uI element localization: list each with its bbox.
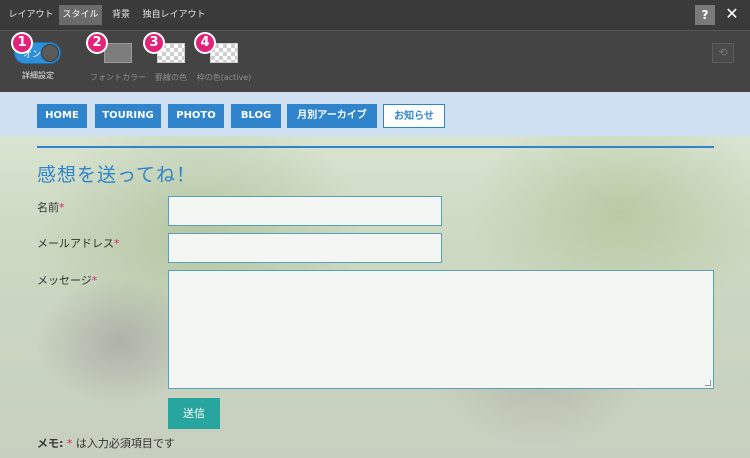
advanced-settings-caption: 詳細設定 <box>22 71 54 80</box>
callout-badge-3: 3 <box>143 32 165 54</box>
font-color-caption: フォントカラー <box>90 73 146 82</box>
callout-badge-1: 1 <box>11 32 33 54</box>
callout-badge-4: 4 <box>194 32 216 54</box>
style-options-bar: オン 詳細設定 フォントカラー 罫線の色 枠の色(active) ⟲ <box>0 30 750 92</box>
toggle-knob <box>41 44 59 62</box>
message-label: メッセージ* <box>37 274 98 287</box>
name-label: 名前* <box>37 201 65 214</box>
nav-item-touring[interactable]: TOURING <box>95 104 161 128</box>
email-label: メールアドレス* <box>37 237 120 250</box>
name-field[interactable] <box>168 196 442 226</box>
reset-icon[interactable]: ⟲ <box>712 43 734 63</box>
submit-button[interactable]: 送信 <box>168 398 220 429</box>
close-icon[interactable]: ✕ <box>723 4 741 24</box>
site-preview: HOME TOURING PHOTO BLOG 月別アーカイブ お知らせ 感想を… <box>0 92 750 458</box>
editor-tab-bar: レイアウト スタイル 背景 独自レイアウト ? ✕ <box>0 0 750 30</box>
email-field[interactable] <box>168 233 442 263</box>
nav-item-blog[interactable]: BLOG <box>231 104 281 128</box>
title-divider <box>37 146 714 148</box>
tab-layout[interactable]: レイアウト <box>8 5 54 25</box>
tab-background[interactable]: 背景 <box>108 5 134 25</box>
required-note: メモ: * は入力必須項目です <box>37 437 175 450</box>
help-button[interactable]: ? <box>695 5 715 25</box>
tab-custom-layout[interactable]: 独自レイアウト <box>142 5 206 25</box>
callout-badge-2: 2 <box>86 32 108 54</box>
message-textarea[interactable] <box>168 270 714 389</box>
nav-item-home[interactable]: HOME <box>37 104 87 128</box>
nav-item-monthly-archive[interactable]: 月別アーカイブ <box>287 104 377 128</box>
nav-item-photo[interactable]: PHOTO <box>168 104 224 128</box>
nav-item-notice[interactable]: お知らせ <box>383 104 445 128</box>
tab-style[interactable]: スタイル <box>59 5 102 25</box>
site-nav-bar: HOME TOURING PHOTO BLOG 月別アーカイブ お知らせ <box>0 92 750 136</box>
font-color-swatch[interactable] <box>104 43 132 63</box>
frame-color-active-caption: 枠の色(active) <box>196 73 252 82</box>
border-color-caption: 罫線の色 <box>155 73 187 82</box>
form-title: 感想を送ってね！ <box>37 164 197 186</box>
resize-grip-icon[interactable] <box>705 380 711 386</box>
